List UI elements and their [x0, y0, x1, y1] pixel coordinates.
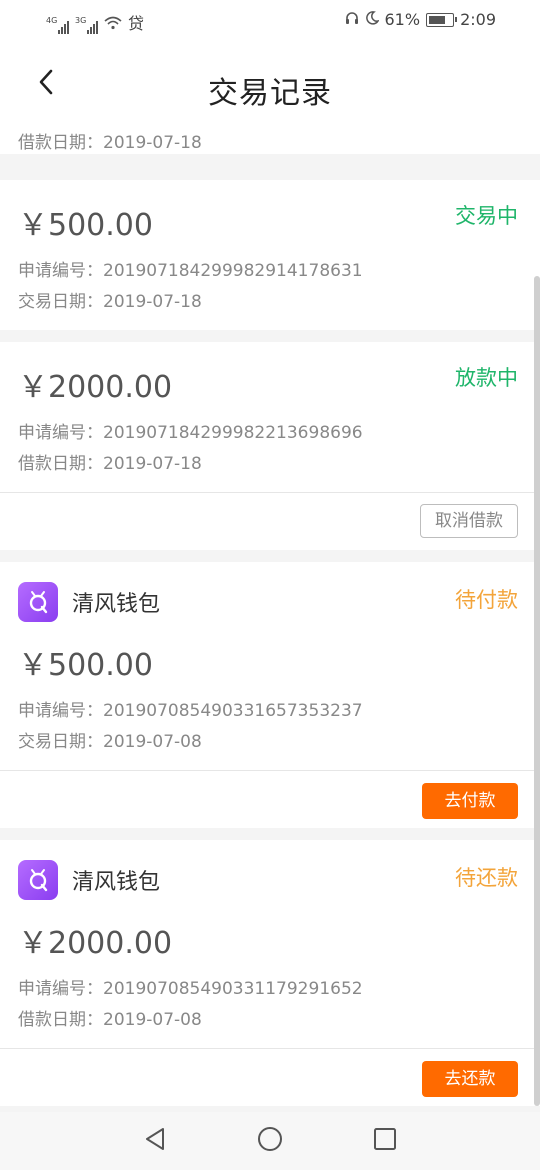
moon-icon: [365, 10, 380, 29]
card-actions: 去还款: [0, 1048, 540, 1106]
date-label: 借款日期：: [18, 133, 103, 153]
card-body: 清风钱包 待付款 ￥500.00 申请编号：201907085490331657…: [0, 562, 540, 770]
brand-name: 清风钱包: [72, 592, 161, 617]
date-label: 借款日期：: [18, 454, 103, 474]
page-title: 交易记录: [208, 76, 332, 111]
date-value: 2019-07-18: [103, 133, 202, 153]
brand-name: 清风钱包: [72, 870, 161, 895]
apply-no-label: 申请编号：: [18, 261, 103, 281]
brand-logo-icon: [18, 860, 58, 900]
system-recent-button[interactable]: [370, 1126, 400, 1156]
card-actions: 去付款: [0, 770, 540, 828]
status-badge: 待还款: [455, 866, 518, 890]
system-home-button[interactable]: [255, 1126, 285, 1156]
status-bar: 4G 3G 贷 61% 2:09: [0, 0, 540, 42]
apply-no-line: 申请编号：201907085490331657353237: [18, 696, 522, 721]
apply-no-value: 201907085490331657353237: [103, 701, 363, 721]
apply-no-line: 申请编号：201907085490331179291652: [18, 974, 522, 999]
header-bar: 交易记录: [0, 42, 540, 130]
wifi-icon: [104, 16, 122, 34]
system-nav-bar: [0, 1112, 540, 1170]
signal-icon-2: 3G: [75, 16, 98, 34]
date-line: 借款日期：2019-07-08: [18, 1005, 522, 1030]
card-actions: 取消借款: [0, 492, 540, 550]
network-type-1: 4G: [46, 16, 58, 25]
card-body: 清风钱包 待还款 ￥2000.00 申请编号：20190708549033117…: [0, 840, 540, 1048]
apply-no-line: 申请编号：201907184299982213698696: [18, 418, 522, 443]
date-label: 交易日期：: [18, 292, 103, 312]
date-value: 2019-07-18: [103, 454, 202, 474]
card-body: ￥500.00 交易中 申请编号：20190718429998291417863…: [0, 180, 540, 330]
apply-no-line: 申请编号：20190718429998291417863​1: [18, 256, 522, 281]
status-badge: 交易中: [455, 204, 518, 228]
date-value: 2019-07-08: [103, 732, 202, 752]
record-card[interactable]: ￥2000.00 放款中 申请编号：2019071842999822136986…: [0, 342, 540, 550]
date-line: 借款日期：2019-07-18: [18, 449, 522, 474]
record-card[interactable]: ￥500.00 交易中 申请编号：20190718429998291417863…: [0, 180, 540, 330]
apply-no-value: 201907184299982213698696: [103, 423, 363, 443]
triangle-back-icon: [143, 1126, 167, 1156]
amount: ￥500.00: [18, 648, 153, 683]
headset-icon: [345, 10, 359, 29]
apply-no-value: 201907085490331179291652: [103, 979, 363, 999]
date-value: 2019-07-08: [103, 1010, 202, 1030]
record-card[interactable]: 清风钱包 待付款 ￥500.00 申请编号：201907085490331657…: [0, 562, 540, 828]
status-right: 61% 2:09: [345, 10, 496, 29]
date-line: 交易日期：2019-07-18: [18, 287, 522, 312]
loan-app-indicator: 贷: [128, 14, 145, 33]
pay-button[interactable]: 去付款: [422, 783, 518, 819]
cancel-loan-button[interactable]: 取消借款: [420, 504, 518, 538]
brand-logo-icon: [18, 582, 58, 622]
network-type-2: 3G: [75, 16, 87, 25]
brand-row: 清风钱包: [18, 860, 522, 900]
date-label: 交易日期：: [18, 732, 103, 752]
status-badge: 放款中: [455, 366, 518, 390]
date-line: 交易日期：2019-07-08: [18, 727, 522, 752]
apply-no-value: 20190718429998291417863​1: [103, 261, 363, 281]
amount: ￥500.00: [18, 208, 153, 243]
card-body: ￥2000.00 放款中 申请编号：2019071842999822136986…: [0, 342, 540, 492]
repay-button[interactable]: 去还款: [422, 1061, 518, 1097]
record-list[interactable]: 借款日期：2019-07-18 ￥500.00 交易中 申请编号：2019071…: [0, 104, 540, 1112]
apply-no-label: 申请编号：: [18, 979, 103, 999]
clock: 2:09: [460, 10, 496, 29]
system-back-button[interactable]: [140, 1126, 170, 1156]
apply-no-label: 申请编号：: [18, 423, 103, 443]
amount: ￥2000.00: [18, 926, 173, 961]
brand-row: 清风钱包: [18, 582, 522, 622]
amount: ￥2000.00: [18, 370, 173, 405]
battery-icon: [426, 12, 458, 27]
circle-home-icon: [257, 1126, 283, 1156]
status-left: 4G 3G 贷: [46, 10, 144, 34]
square-recent-icon: [373, 1127, 397, 1155]
battery-percent: 61%: [384, 10, 421, 29]
date-label: 借款日期：: [18, 1010, 103, 1030]
status-badge: 待付款: [455, 588, 518, 612]
date-line: 借款日期：2019-07-18: [18, 128, 202, 153]
date-value: 2019-07-18: [103, 292, 202, 312]
scrollbar[interactable]: [534, 276, 540, 1106]
signal-icon: 4G: [46, 16, 69, 34]
apply-no-label: 申请编号：: [18, 701, 103, 721]
record-card[interactable]: 清风钱包 待还款 ￥2000.00 申请编号：20190708549033117…: [0, 840, 540, 1106]
